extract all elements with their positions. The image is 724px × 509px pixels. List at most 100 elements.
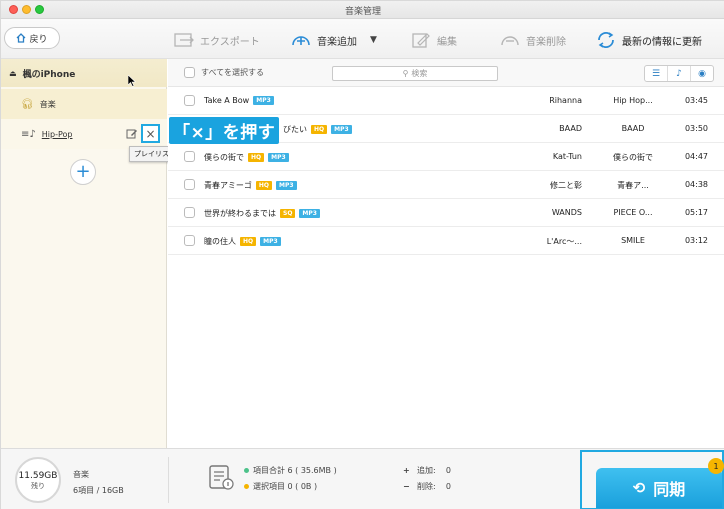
edit-playlist-icon[interactable] xyxy=(126,128,138,140)
sidebar-item-music[interactable]: 🎧︎ 音楽 xyxy=(1,89,167,119)
quality-badge: HQ xyxy=(248,153,265,162)
quality-badge: SQ xyxy=(280,209,296,218)
back-button-label: 戻り xyxy=(29,34,48,45)
plus-icon: + xyxy=(403,466,410,475)
app-window: 音楽管理 戻り エクスポート 音楽追加 ▼ 編集 音楽削除 最新の情報に更新 ⏏… xyxy=(0,0,724,509)
export-label: エクスポート xyxy=(200,36,260,48)
song-duration: 03:45 xyxy=(684,96,708,105)
add-music-label: 音楽追加 xyxy=(317,36,357,48)
song-album: 青春ア... xyxy=(617,181,649,190)
song-album: PIECE O... xyxy=(613,208,653,217)
storage-left-label: 残り xyxy=(31,482,45,490)
song-title: びたい xyxy=(283,125,307,134)
edit-button[interactable]: 編集 xyxy=(410,31,457,49)
song-duration: 04:38 xyxy=(684,180,708,189)
playlist-icon: ≡♪ xyxy=(21,128,36,140)
selected-items: 選択項目 0 ( 0B ) xyxy=(253,482,318,491)
song-title: 世界が終わるまでは xyxy=(204,209,276,218)
total-items: 項目合計 6 ( 35.6MB ) xyxy=(253,466,337,475)
format-badge: MP3 xyxy=(260,237,281,246)
row-checkbox[interactable] xyxy=(184,179,195,190)
checkbox[interactable] xyxy=(184,67,195,78)
row-checkbox[interactable] xyxy=(184,235,195,246)
format-badge: MP3 xyxy=(253,96,274,105)
delete-music-button[interactable]: 音楽削除 xyxy=(499,31,566,49)
row-checkbox[interactable] xyxy=(184,207,195,218)
add-playlist-button[interactable]: + xyxy=(70,159,96,185)
sync-highlight: ⟲ 同期 1 xyxy=(580,450,724,509)
song-title: Take A Bow xyxy=(204,96,250,105)
sidebar-item-label: Hip-Pop xyxy=(41,129,73,139)
device-name: 楓のiPhone xyxy=(22,69,76,80)
export-button[interactable]: エクスポート xyxy=(173,31,260,49)
list-view-icon[interactable]: ☰ xyxy=(645,66,668,81)
total-dot xyxy=(244,468,249,473)
add-music-icon xyxy=(292,36,310,46)
format-badge: MP3 xyxy=(331,125,352,134)
plus-icon: + xyxy=(75,161,91,182)
selected-dot xyxy=(244,484,249,489)
song-artist: Kat-Tun xyxy=(552,152,582,161)
song-album: 僕らの街で xyxy=(613,153,653,162)
song-title: 僕らの街で xyxy=(204,153,244,162)
edit-label: 編集 xyxy=(437,36,457,48)
delete-playlist-button[interactable]: × xyxy=(141,124,160,143)
table-row[interactable]: 僕らの街で HQ MP3 Kat-Tun 僕らの街で 04:47 xyxy=(168,143,724,171)
chevron-down-icon[interactable]: ▼ xyxy=(370,35,377,45)
back-button[interactable]: 戻り xyxy=(4,27,60,49)
deleted-count: 0 xyxy=(445,482,451,491)
song-duration: 04:47 xyxy=(684,152,708,161)
sync-icon: ⟲ xyxy=(632,479,646,497)
table-row[interactable]: Take A Bow MP3 Rihanna Hip Hop... 03:45 xyxy=(168,87,724,115)
headphones-icon: 🎧︎ xyxy=(21,98,34,110)
status-footer: 11.59GB 残り 音楽 6項目 / 16GB 項目合計 6 ( 35.6MB… xyxy=(1,448,724,509)
sync-label: 同期 xyxy=(653,480,686,499)
song-album: Hip Hop... xyxy=(613,96,653,105)
table-row[interactable]: 青春アミーゴ HQ MP3 修二と彰 青春ア... 04:38 xyxy=(168,171,724,199)
refresh-button[interactable]: 最新の情報に更新 xyxy=(595,31,702,49)
refresh-icon xyxy=(598,32,614,48)
search-icon: ⚲ xyxy=(402,69,409,78)
search-input[interactable]: ⚲ 検索 xyxy=(332,66,498,81)
media-summary: 音楽 6項目 / 16GB xyxy=(73,467,124,499)
media-label: 音楽 xyxy=(73,470,89,479)
added-label: 追加: xyxy=(417,466,436,475)
pending-changes: + 追加: 0 − 削除: 0 xyxy=(403,463,451,495)
song-duration: 05:17 xyxy=(684,208,708,217)
row-checkbox[interactable] xyxy=(184,151,195,162)
close-icon: × xyxy=(145,126,156,141)
table-row[interactable]: 瞳の住人 HQ MP3 L'Arc～... SMILE 03:12 xyxy=(168,227,724,255)
select-all-checkbox[interactable]: すべてを選択する xyxy=(184,67,264,78)
sidebar-device[interactable]: ⏏ 楓のiPhone xyxy=(1,59,167,87)
artist-view-icon[interactable]: ♪ xyxy=(668,66,691,81)
sidebar-item-label: 音楽 xyxy=(39,99,56,109)
refresh-label: 最新の情報に更新 xyxy=(622,36,702,48)
song-artist: L'Arc～... xyxy=(546,237,582,246)
divider xyxy=(168,457,169,503)
quality-badge: HQ xyxy=(240,237,257,246)
format-badge: MP3 xyxy=(268,153,289,162)
deleted-label: 削除: xyxy=(417,482,436,491)
song-artist: WANDS xyxy=(551,208,582,217)
album-view-icon[interactable]: ◉ xyxy=(691,66,713,81)
window-title: 音楽管理 xyxy=(344,7,381,17)
title-bar: 音楽管理 xyxy=(1,1,724,19)
storage-gauge: 11.59GB 残り xyxy=(15,457,61,503)
song-artist: 修二と彰 xyxy=(550,181,582,190)
eject-icon[interactable]: ⏏ xyxy=(9,69,17,78)
sync-count-badge: 1 xyxy=(708,458,724,474)
export-icon xyxy=(174,33,194,47)
sidebar: ⏏ 楓のiPhone 🎧︎ 音楽 ≡♪ Hip-Pop × + xyxy=(1,59,167,448)
row-checkbox[interactable] xyxy=(184,95,195,106)
song-title: 青春アミーゴ xyxy=(204,181,252,190)
sync-button[interactable]: ⟲ 同期 xyxy=(596,468,722,508)
quality-badge: HQ xyxy=(255,181,272,190)
song-duration: 03:50 xyxy=(684,124,708,133)
table-row[interactable]: 世界が終わるまでは SQ MP3 WANDS PIECE O... 05:17 xyxy=(168,199,724,227)
search-placeholder: 検索 xyxy=(411,69,428,78)
add-music-button[interactable]: 音楽追加 ▼ xyxy=(290,31,377,49)
song-duration: 03:12 xyxy=(684,236,708,245)
song-album: SMILE xyxy=(621,236,645,245)
minus-icon: − xyxy=(403,482,410,491)
sidebar-item-playlist[interactable]: ≡♪ Hip-Pop × xyxy=(1,119,167,149)
